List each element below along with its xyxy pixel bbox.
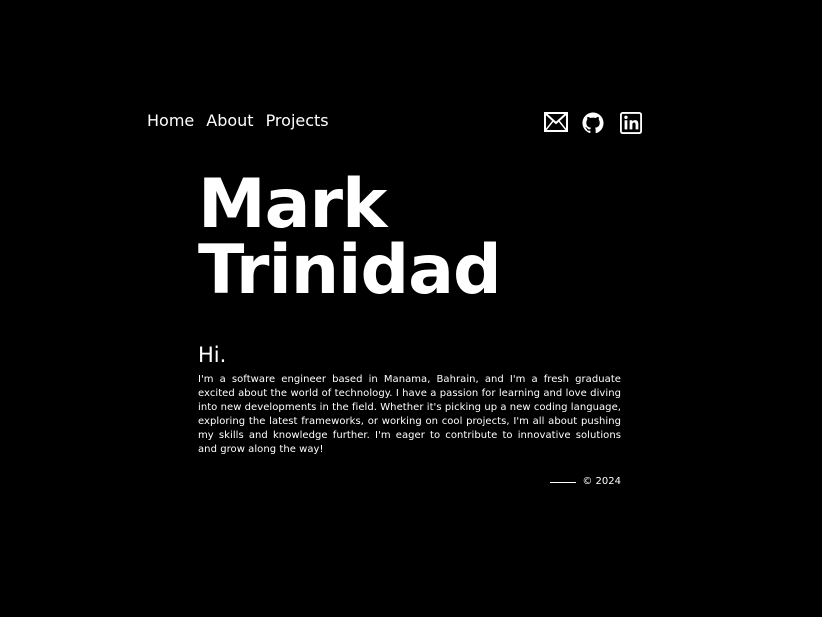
- linkedin-link[interactable]: [620, 112, 644, 134]
- hero-first-name: Mark: [198, 165, 387, 244]
- social-links: [544, 112, 644, 134]
- main-nav: Home About Projects: [147, 111, 329, 131]
- mail-icon: [544, 112, 568, 132]
- nav-about-link[interactable]: About: [206, 111, 253, 131]
- github-link[interactable]: [582, 112, 606, 134]
- nav-projects-link[interactable]: Projects: [266, 111, 329, 131]
- hero-name: Mark Trinidad: [198, 165, 502, 310]
- github-icon: [582, 112, 604, 134]
- footer-divider: [550, 481, 577, 483]
- greeting-heading: Hi.: [198, 343, 227, 367]
- footer: © 2024: [550, 475, 621, 489]
- linkedin-icon: [620, 112, 642, 134]
- hero-last-name: Trinidad: [198, 231, 502, 310]
- bio-paragraph: I'm a software engineer based in Manama,…: [198, 374, 621, 455]
- copyright-text: © 2024: [582, 476, 621, 487]
- email-link[interactable]: [544, 112, 568, 134]
- nav-home-link[interactable]: Home: [147, 111, 194, 131]
